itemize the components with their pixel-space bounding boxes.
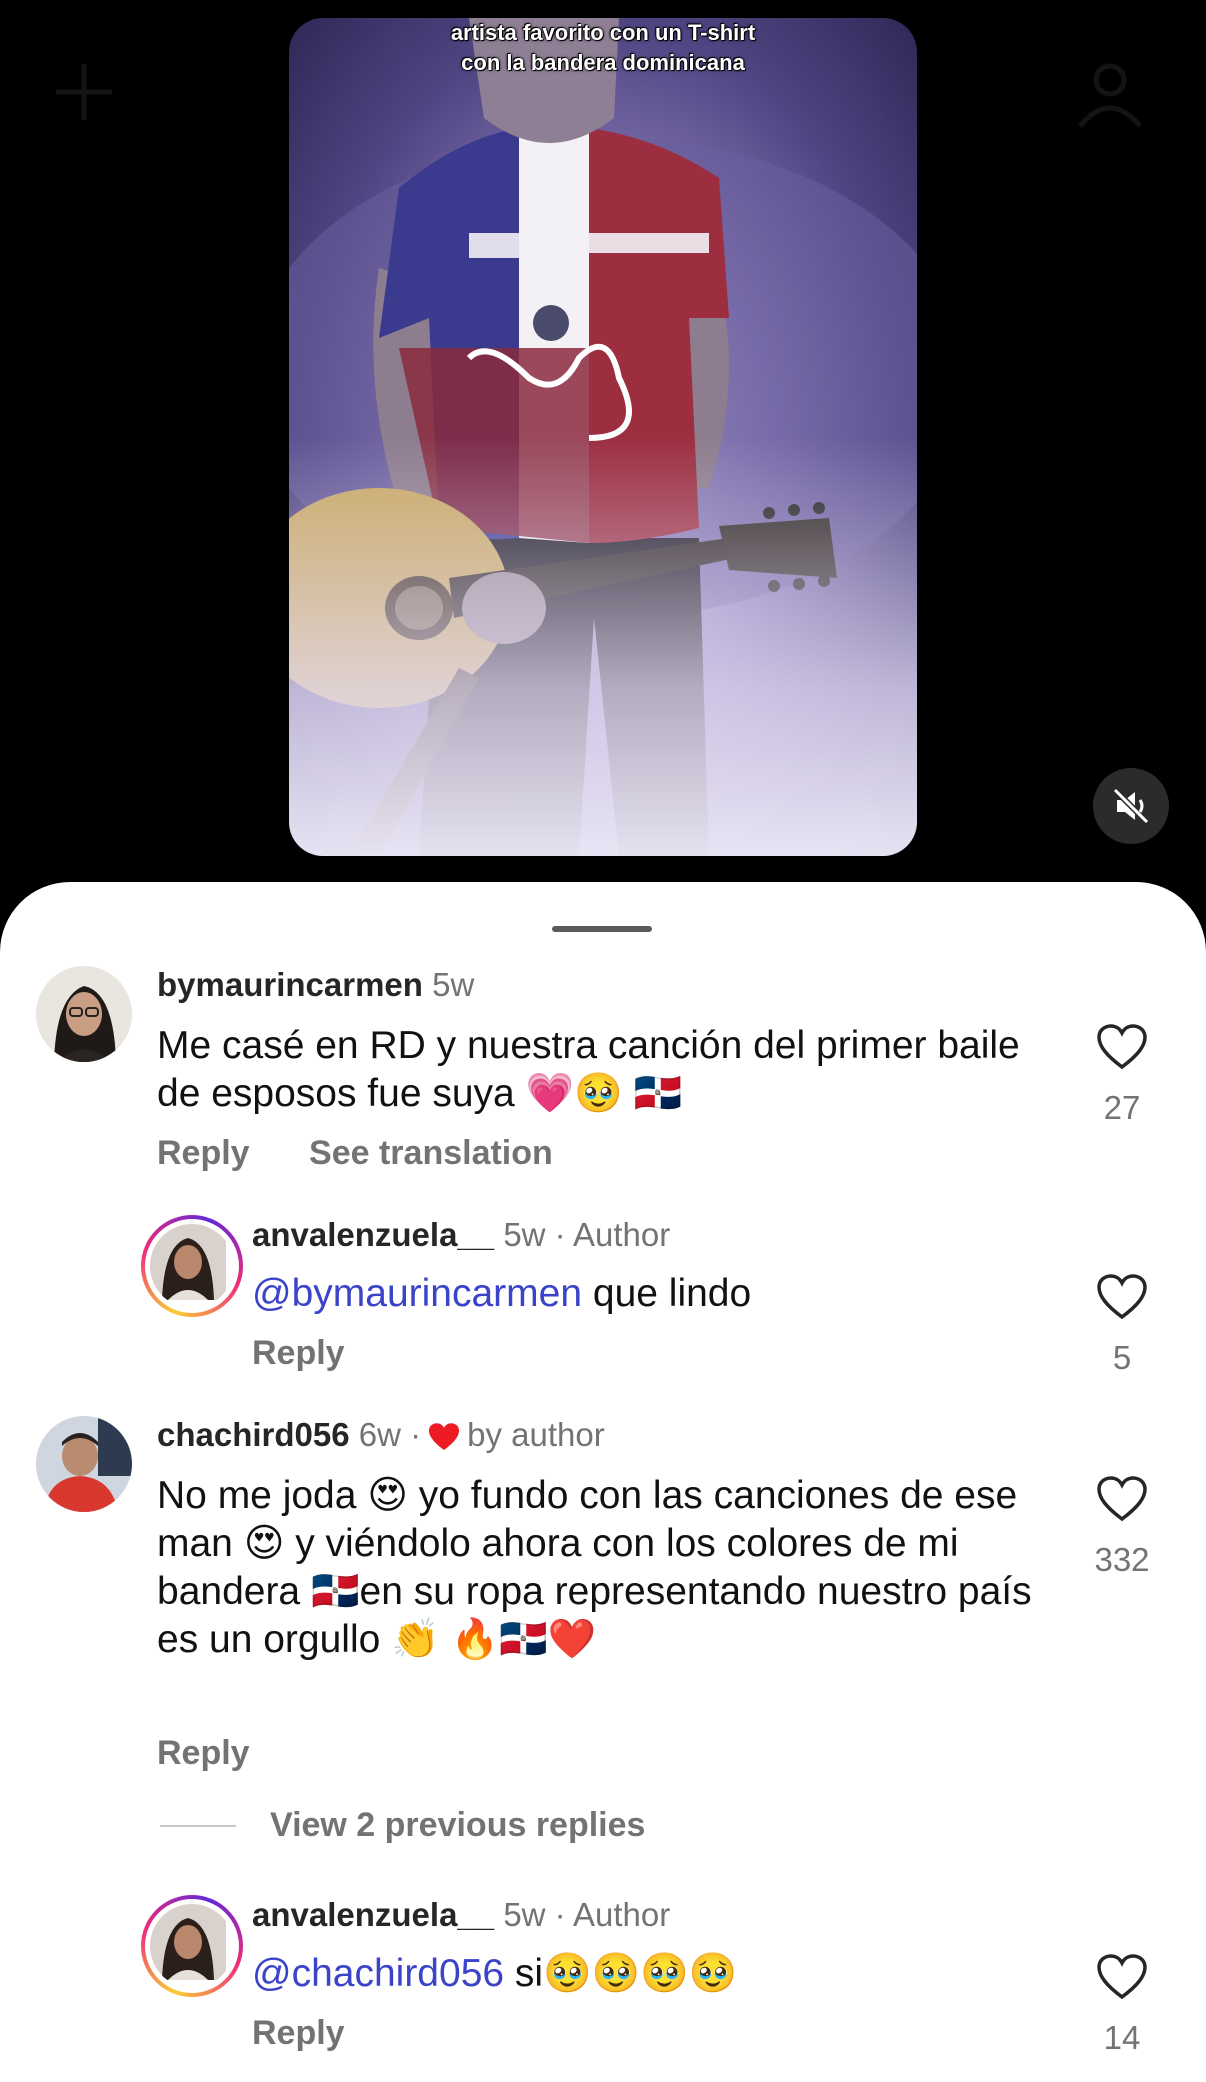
mention-link[interactable]: @bymaurincarmen: [252, 1272, 582, 1315]
heart-icon[interactable]: [1096, 1476, 1148, 1522]
avatar-image: [36, 1416, 132, 1512]
username[interactable]: anvalenzuela__: [252, 1896, 494, 1933]
avatar-story-ring[interactable]: [141, 1215, 243, 1317]
people-icon: [1078, 63, 1142, 128]
video-caption: artista favorito con un T-shirt con la b…: [289, 18, 917, 78]
avatar-image: [150, 1904, 226, 1980]
like-count: 332: [1094, 1541, 1150, 1578]
video-area: artista favorito con un T-shirt con la b…: [0, 0, 1206, 900]
timestamp: 6w ·: [358, 1416, 422, 1453]
thread-line: [160, 1824, 236, 1827]
timestamp: 5w · Author: [503, 1896, 671, 1933]
comment-actions: Reply: [252, 2014, 395, 2053]
comment-actions: Reply: [252, 1334, 395, 1373]
timestamp: 5w · Author: [503, 1216, 671, 1253]
comment-text: Me casé en RD y nuestra canción del prim…: [157, 1024, 1020, 1115]
add-icon: [56, 64, 112, 120]
like-column: 5: [1077, 1274, 1167, 1377]
like-column: 14: [1077, 1954, 1167, 2057]
comment-text: No me joda 😍 yo fundo con las canciones …: [157, 1474, 1032, 1661]
heart-icon[interactable]: [1096, 1024, 1148, 1070]
comment-text: @bymaurincarmen que lindo: [252, 1270, 1052, 1318]
comment-meta: bymaurincarmen 5w: [157, 966, 474, 1004]
like-count: 14: [1103, 2019, 1141, 2056]
video-player[interactable]: artista favorito con un T-shirt con la b…: [289, 18, 917, 856]
username[interactable]: bymaurincarmen: [157, 966, 423, 1003]
avatar[interactable]: [36, 1416, 132, 1512]
comment-actions: Reply: [157, 1734, 300, 1773]
avatar[interactable]: [36, 966, 132, 1062]
comment-text: @chachird056 si🥹🥹🥹🥹: [252, 1950, 1052, 1998]
like-column: 27: [1077, 1024, 1167, 1127]
comment-actions: Reply See translation: [157, 1134, 603, 1173]
video-caption-line-2: con la bandera dominicana: [461, 50, 745, 75]
comment-meta: anvalenzuela__ 5w · Author: [252, 1896, 670, 1934]
reply-button[interactable]: Reply: [157, 1134, 250, 1172]
username[interactable]: anvalenzuela__: [252, 1216, 494, 1253]
comment-text-content: si🥹🥹🥹🥹: [504, 1952, 738, 1995]
comment-meta: anvalenzuela__ 5w · Author: [252, 1216, 670, 1254]
speaker-muted-icon: [1112, 787, 1150, 825]
heart-icon[interactable]: [1096, 1274, 1148, 1320]
avatar-story-ring[interactable]: [141, 1895, 243, 1997]
like-column: 332: [1077, 1476, 1167, 1579]
heart-icon[interactable]: [1096, 1954, 1148, 2000]
comment-meta: chachird056 6w · by author: [157, 1416, 605, 1454]
view-previous-replies[interactable]: View 2 previous replies: [160, 1806, 645, 1845]
like-count: 5: [1112, 1339, 1132, 1376]
timestamp: 5w: [432, 966, 475, 1003]
mute-button[interactable]: [1093, 768, 1169, 844]
mention-link[interactable]: @chachird056: [252, 1952, 504, 1995]
see-translation-button[interactable]: See translation: [309, 1134, 553, 1172]
reply-button[interactable]: Reply: [252, 2014, 345, 2052]
reply-button[interactable]: Reply: [252, 1334, 345, 1372]
avatar-image: [150, 1224, 226, 1300]
avatar-image: [36, 966, 132, 1062]
liked-by-author-heart-icon: [429, 1423, 460, 1451]
reply-button[interactable]: Reply: [157, 1734, 250, 1772]
drag-handle[interactable]: [552, 926, 652, 932]
video-caption-line-1: artista favorito con un T-shirt: [450, 20, 756, 45]
username[interactable]: chachird056: [157, 1416, 350, 1453]
comment-text-content: que lindo: [582, 1272, 752, 1315]
comments-sheet: bymaurincarmen 5w Me casé en RD y nuestr…: [0, 882, 1206, 2082]
liked-by-author-label: by author: [467, 1416, 605, 1453]
like-count: 27: [1103, 1089, 1141, 1126]
fog-overlay: [289, 436, 917, 856]
view-previous-replies-label[interactable]: View 2 previous replies: [270, 1806, 645, 1845]
